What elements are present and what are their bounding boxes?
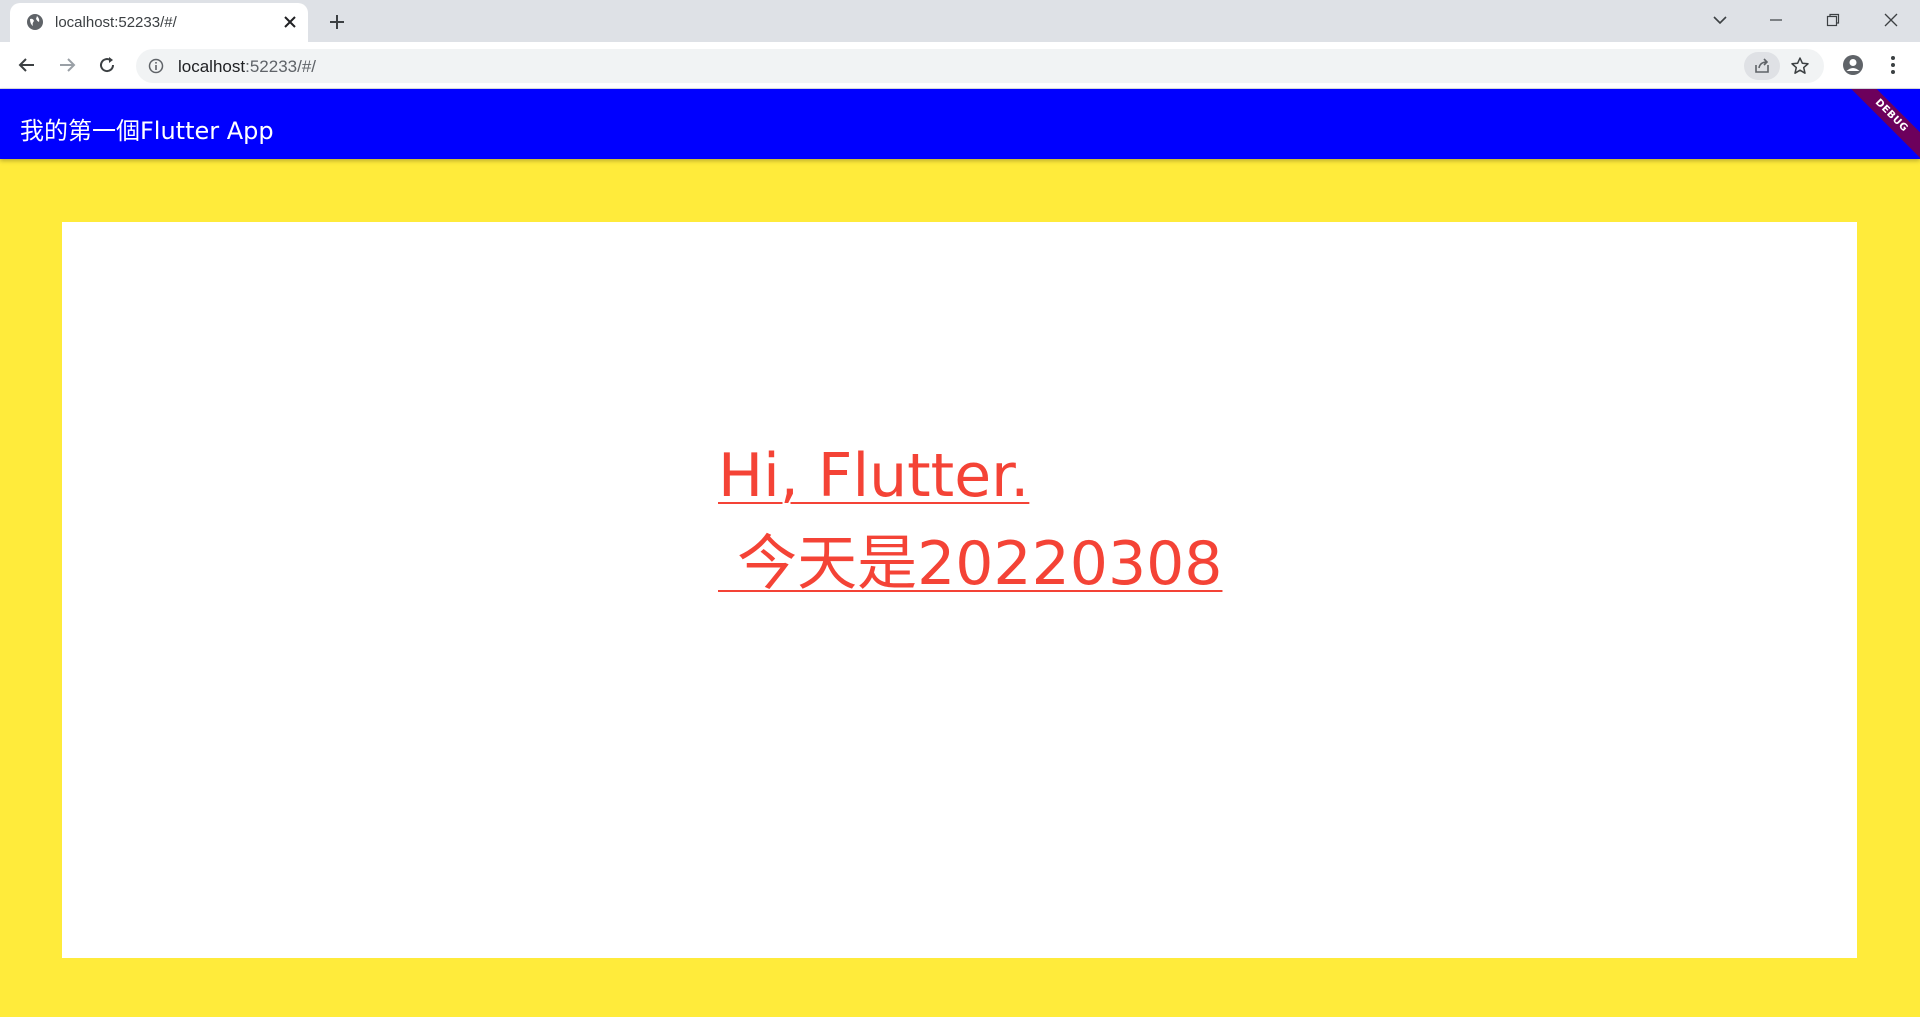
minimize-icon[interactable]: [1753, 4, 1799, 36]
close-window-icon[interactable]: [1868, 4, 1914, 36]
browser-tab-strip: localhost:52233/#/: [0, 0, 1920, 42]
bookmark-star-icon[interactable]: [1788, 54, 1812, 78]
greeting-line-1: Hi, Flutter.: [718, 441, 1030, 511]
app-title: 我的第一個Flutter App: [20, 117, 274, 145]
debug-banner: DEBUG: [1838, 89, 1920, 159]
site-info-icon[interactable]: [148, 58, 164, 74]
reload-icon[interactable]: [92, 50, 122, 80]
url-text: localhost:52233/#/: [178, 57, 316, 77]
close-tab-icon[interactable]: [280, 12, 300, 32]
greeting-text: Hi, Flutter. 今天是20220308: [718, 432, 1222, 608]
tab-search-icon[interactable]: [1697, 4, 1743, 36]
globe-icon: [26, 13, 44, 31]
browser-menu-icon[interactable]: [1878, 50, 1908, 80]
share-icon[interactable]: [1744, 52, 1780, 80]
url-path: :52233/#/: [245, 57, 317, 76]
restore-icon[interactable]: [1810, 4, 1856, 36]
new-tab-icon[interactable]: [325, 10, 349, 34]
greeting-line-2: 今天是20220308: [718, 529, 1223, 599]
tab-title: localhost:52233/#/: [55, 14, 177, 31]
content-card: Hi, Flutter. 今天是20220308: [62, 222, 1857, 958]
url-host: localhost: [178, 57, 246, 76]
profile-avatar-icon[interactable]: [1838, 50, 1868, 80]
browser-tab[interactable]: localhost:52233/#/: [10, 3, 308, 42]
app-bar: 我的第一個Flutter App DEBUG: [0, 89, 1920, 159]
back-arrow-icon[interactable]: [12, 50, 42, 80]
address-bar[interactable]: localhost:52233/#/: [136, 49, 1824, 83]
forward-arrow-icon[interactable]: [52, 50, 82, 80]
browser-toolbar: localhost:52233/#/: [0, 42, 1920, 89]
